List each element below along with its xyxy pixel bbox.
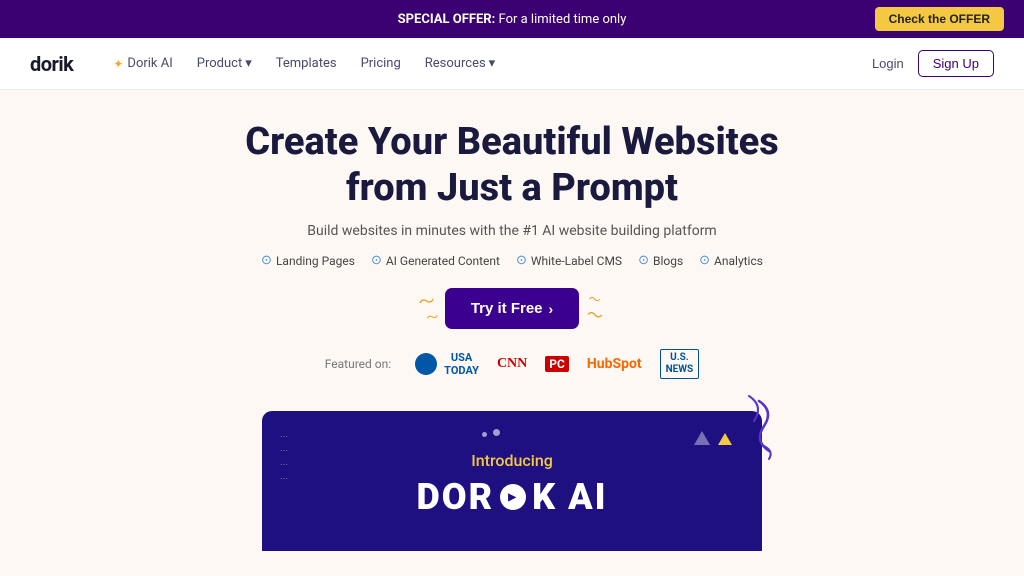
check-icon-3: ⊙ (516, 253, 527, 268)
brand-part2: K AI (532, 476, 607, 518)
usa-today-logo: USATODAY (415, 351, 479, 377)
cnn-logo: CNN (497, 356, 527, 372)
cta-area: 〜 〜 Try it Free › 〜 〜 (20, 288, 1004, 329)
preview-card: ············ Introducing DOR ▶ K AI (262, 411, 762, 551)
feature-blogs: ⊙ Blogs (638, 253, 683, 268)
deco-dots: ············ (280, 431, 288, 487)
nav-item-product[interactable]: Product ▾ (197, 56, 252, 71)
nav-label-resources: Resources (425, 56, 486, 71)
preview-introducing: Introducing (292, 451, 732, 470)
feature-whitelabel: ⊙ White-Label CMS (516, 253, 622, 268)
offer-text: For a limited time only (499, 12, 627, 27)
hero-features: ⊙ Landing Pages ⊙ AI Generated Content ⊙… (20, 253, 1004, 268)
star-icon: ✦ (113, 57, 123, 71)
squiggle-decoration (699, 391, 779, 471)
featured-label: Featured on: (325, 357, 391, 371)
usnews-logo: U.S.NEWS (660, 349, 700, 379)
brand-part1: DOR (416, 476, 494, 518)
usa-dot (415, 353, 437, 375)
arrow-icon: › (549, 301, 554, 317)
feature-label-2: AI Generated Content (386, 254, 500, 268)
spark-left-icon: 〜 〜 (416, 292, 439, 325)
feature-label: Landing Pages (276, 254, 355, 268)
navbar: dorik ✦ Dorik AI Product ▾ Templates Pri… (0, 38, 1024, 90)
check-icon-5: ⊙ (699, 253, 710, 268)
try-free-label: Try it Free (471, 300, 543, 317)
feature-landing-pages: ⊙ Landing Pages (261, 253, 355, 268)
hero-title: Create Your Beautiful Websites from Just… (202, 120, 822, 211)
feature-analytics: ⊙ Analytics (699, 253, 763, 268)
nav-item-templates[interactable]: Templates (276, 56, 337, 71)
hero-section: Create Your Beautiful Websites from Just… (0, 90, 1024, 411)
preview-section: ············ Introducing DOR ▶ K AI (0, 411, 1024, 551)
nav-actions: Login Sign Up (872, 50, 994, 77)
feature-ai-content: ⊙ AI Generated Content (371, 253, 500, 268)
hubspot-logo: HubSpot (587, 356, 642, 372)
try-free-button[interactable]: Try it Free › (445, 288, 579, 329)
chevron-down-icon: ▾ (245, 56, 252, 71)
deco-circle-large (493, 429, 500, 436)
spark-right-icon: 〜 〜 (585, 292, 608, 325)
deco-circles (482, 429, 500, 437)
check-offer-button[interactable]: Check the OFFER (875, 7, 1004, 31)
nav-item-resources[interactable]: Resources ▾ (425, 56, 495, 71)
check-icon: ⊙ (261, 253, 272, 268)
nav-label-templates: Templates (276, 56, 337, 71)
banner-text: SPECIAL OFFER: For a limited time only (398, 12, 627, 27)
nav-label-dorik-ai: Dorik AI (127, 56, 172, 71)
preview-brand: DOR ▶ K AI (292, 476, 732, 518)
nav-links: ✦ Dorik AI Product ▾ Templates Pricing R… (113, 56, 872, 71)
nav-item-dorik-ai[interactable]: ✦ Dorik AI (113, 56, 172, 71)
nav-label-pricing: Pricing (361, 56, 401, 71)
play-icon: ▶ (500, 484, 526, 510)
chevron-down-icon-resources: ▾ (489, 56, 496, 71)
signup-button[interactable]: Sign Up (918, 50, 994, 77)
offer-label: SPECIAL OFFER: (398, 12, 496, 27)
nav-label-product: Product (197, 56, 242, 71)
press-logos: USATODAY CNN PC HubSpot U.S.NEWS (415, 349, 699, 379)
feature-label-5: Analytics (714, 254, 763, 268)
usa-text: USATODAY (444, 351, 479, 377)
pc-logo: PC (545, 356, 569, 372)
logo[interactable]: dorik (30, 52, 73, 76)
check-icon-4: ⊙ (638, 253, 649, 268)
deco-circle-small (482, 432, 487, 437)
hero-subtitle: Build websites in minutes with the #1 AI… (20, 223, 1004, 239)
feature-label-4: Blogs (653, 254, 683, 268)
feature-label-3: White-Label CMS (531, 254, 622, 268)
featured-row: Featured on: USATODAY CNN PC HubSpot U.S… (20, 349, 1004, 379)
check-icon-2: ⊙ (371, 253, 382, 268)
top-banner: SPECIAL OFFER: For a limited time only C… (0, 0, 1024, 38)
nav-item-pricing[interactable]: Pricing (361, 56, 401, 71)
login-button[interactable]: Login (872, 56, 904, 71)
